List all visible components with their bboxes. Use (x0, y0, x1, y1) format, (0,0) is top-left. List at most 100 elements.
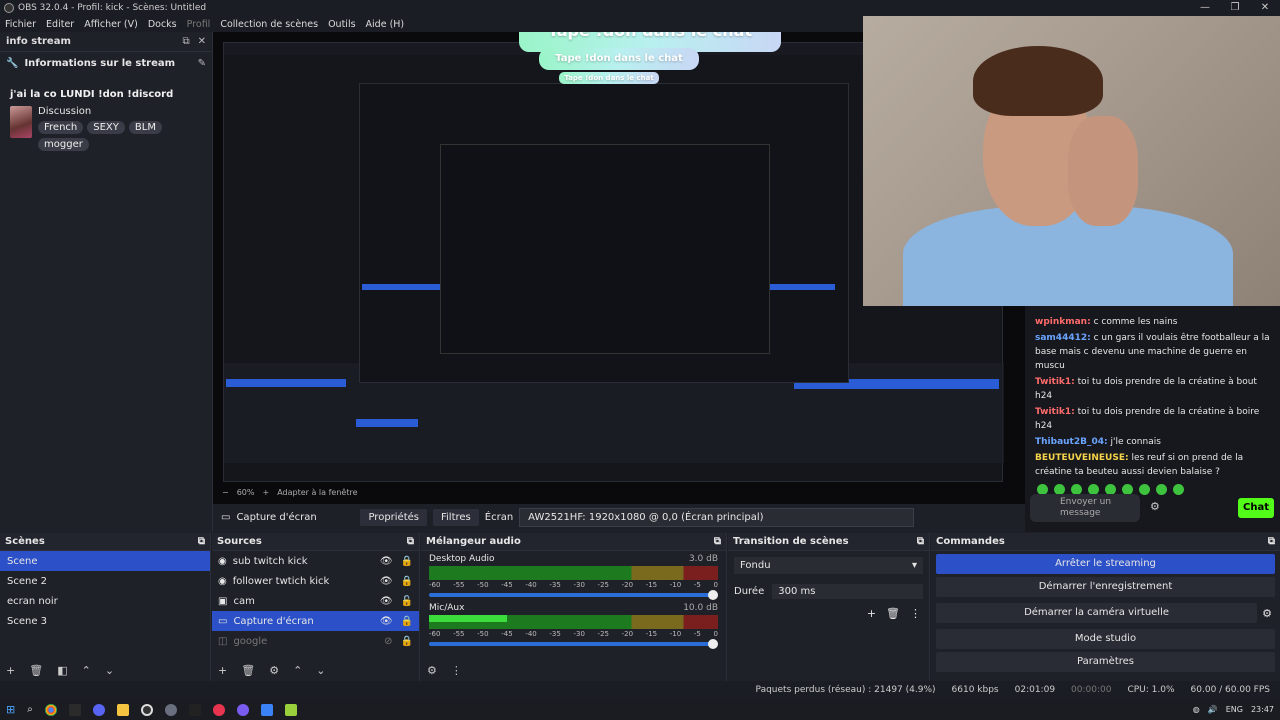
source-toolbar: ▭ Capture d'écran Propriétés Filtres Écr… (213, 505, 933, 529)
start-virtual-camera-button[interactable]: Démarrer la caméra virtuelle (936, 603, 1258, 623)
app-icon[interactable] (164, 703, 177, 716)
clock[interactable]: 23:47 (1251, 705, 1274, 714)
menu-file[interactable]: Fichier (0, 19, 41, 30)
scenes-panel: Scènes ⧉ Scene Scene 2 ecran noir Scene 3… (0, 533, 211, 681)
maximize-button[interactable]: ❐ (1220, 0, 1250, 16)
undock-icon[interactable]: ⧉ (917, 536, 924, 547)
start-recording-button[interactable]: Démarrer l'enregistrement (936, 577, 1275, 597)
discord-icon[interactable] (92, 703, 105, 716)
menu-help[interactable]: Aide (H) (361, 19, 410, 30)
scene-item[interactable]: Scene 3 (0, 611, 210, 631)
undock-icon[interactable]: ⧉ (407, 536, 414, 547)
close-icon[interactable]: ✕ (198, 36, 206, 47)
add-icon[interactable]: + (6, 664, 15, 677)
edit-pencil-icon[interactable]: ✎ (198, 58, 206, 69)
scene-item[interactable]: ecran noir (0, 591, 210, 611)
source-item[interactable]: ▭ Capture d'écran 👁 🔒 (212, 611, 419, 631)
chat-tools-icons[interactable]: ⚙ (1150, 500, 1160, 513)
scene-item[interactable]: Scene 2 (0, 571, 210, 591)
up-icon[interactable]: ⌃ (82, 664, 91, 677)
chat-input[interactable]: Envoyer un message (1030, 494, 1140, 522)
folder-icon[interactable] (116, 703, 129, 716)
undock-icon[interactable]: ⧉ (182, 36, 189, 47)
volume-slider[interactable] (429, 639, 718, 649)
down-icon[interactable]: ⌄ (316, 664, 325, 677)
volume-slider[interactable] (429, 590, 718, 600)
trash-icon[interactable]: 🗑 (886, 607, 900, 620)
transitions-title: Transition de scènes (733, 536, 849, 547)
source-item[interactable]: ▣ cam 👁 🔓 (212, 591, 419, 611)
filter-icon[interactable]: ◧ (57, 664, 67, 677)
monitor-icon: ▭ (218, 615, 228, 627)
volume-icon[interactable]: 🔊 (1208, 705, 1218, 714)
app-icon[interactable] (284, 703, 297, 716)
stop-streaming-button[interactable]: Arrêter le streaming (936, 554, 1275, 574)
display-select[interactable]: AW2521HF: 1920x1080 @ 0,0 (Écran princip… (519, 507, 915, 527)
app-icon[interactable] (68, 703, 81, 716)
app-icon[interactable] (260, 703, 273, 716)
source-item[interactable]: ◉ sub twitch kick 👁 🔒 (212, 551, 419, 571)
studio-mode-button[interactable]: Mode studio (936, 629, 1275, 649)
source-item[interactable]: ◫ google ⊘ 🔒 (212, 631, 419, 651)
filters-button[interactable]: Filtres (433, 508, 479, 526)
chrome-icon[interactable] (44, 703, 57, 716)
more-icon[interactable]: ⋮ (451, 664, 462, 677)
trash-icon[interactable]: 🗑 (29, 664, 43, 677)
add-icon[interactable]: + (218, 664, 227, 677)
visibility-eye-icon[interactable]: 👁 (380, 596, 393, 607)
visibility-hidden-icon[interactable]: ⊘ (384, 636, 392, 647)
menu-tools[interactable]: Outils (323, 19, 360, 30)
scene-item[interactable]: Scene (0, 551, 210, 571)
language-indicator[interactable]: ENG (1226, 705, 1243, 714)
lock-icon[interactable]: 🔒 (401, 616, 413, 627)
capcut-icon[interactable] (188, 703, 201, 716)
undock-icon[interactable]: ⧉ (198, 536, 205, 547)
trash-icon[interactable]: 🗑 (241, 664, 255, 677)
minimize-button[interactable]: — (1190, 0, 1220, 16)
duration-input[interactable]: 300 ms (772, 584, 923, 599)
up-icon[interactable]: ⌃ (293, 664, 302, 677)
gear-icon[interactable]: ⚙ (269, 664, 279, 677)
source-item[interactable]: ◉ follower twtich kick 👁 🔒 (212, 571, 419, 591)
lock-icon[interactable]: 🔒 (401, 636, 413, 647)
more-icon[interactable]: ⋮ (910, 607, 921, 620)
mixer-settings-icon[interactable]: ⚙ (427, 664, 437, 677)
undock-icon[interactable]: ⧉ (714, 536, 721, 547)
info-header-label: Informations sur le stream (24, 58, 176, 69)
lock-icon[interactable]: 🔓 (401, 596, 413, 607)
menu-profile[interactable]: Profil (182, 19, 216, 30)
visibility-eye-icon[interactable]: 👁 (380, 556, 393, 567)
app-icon[interactable] (212, 703, 225, 716)
undock-icon[interactable]: ⧉ (1268, 536, 1275, 547)
lock-icon[interactable]: 🔒 (401, 556, 413, 567)
network-icon[interactable]: ◍ (1193, 705, 1200, 714)
zoom-out-button[interactable]: − (222, 488, 229, 497)
app-icon[interactable] (236, 703, 249, 716)
meter-scale: -60 -55 -50 -45 -40 -35 -30 -25 -20 -15 -10 -5 0 (429, 630, 718, 638)
transition-select[interactable]: Fondu ▾ (734, 557, 923, 574)
close-button[interactable]: ✕ (1250, 0, 1280, 16)
obs-taskbar-icon[interactable] (140, 703, 153, 716)
search-icon[interactable]: ⌕ (27, 704, 33, 715)
menu-docks[interactable]: Docks (143, 19, 182, 30)
menu-view[interactable]: Afficher (V) (79, 19, 143, 30)
tag-list: French SEXY BLM mogger (38, 121, 202, 151)
properties-button[interactable]: Propriétés (360, 508, 427, 526)
lock-icon[interactable]: 🔒 (401, 576, 413, 587)
zoom-in-button[interactable]: + (262, 488, 269, 497)
virtual-camera-settings-icon[interactable]: ⚙ (1262, 607, 1280, 620)
tag: BLM (128, 121, 162, 134)
duration-label: Durée (734, 586, 765, 597)
visibility-eye-icon[interactable]: 👁 (380, 576, 393, 587)
visibility-eye-icon[interactable]: 👁 (380, 616, 393, 627)
windows-start-icon[interactable]: ⊞ (6, 703, 15, 716)
scenes-title: Scènes (5, 536, 45, 547)
chat-send-button[interactable]: Chat (1238, 498, 1274, 518)
menu-edit[interactable]: Editer (41, 19, 79, 30)
down-icon[interactable]: ⌄ (105, 664, 114, 677)
add-icon[interactable]: + (867, 607, 876, 620)
fit-mode[interactable]: Adapter à la fenêtre (277, 488, 357, 497)
menu-scene-collection[interactable]: Collection de scènes (215, 19, 323, 30)
system-tray: ◍ 🔊 ENG 23:47 (1193, 699, 1274, 720)
settings-button[interactable]: Paramètres (936, 652, 1275, 672)
